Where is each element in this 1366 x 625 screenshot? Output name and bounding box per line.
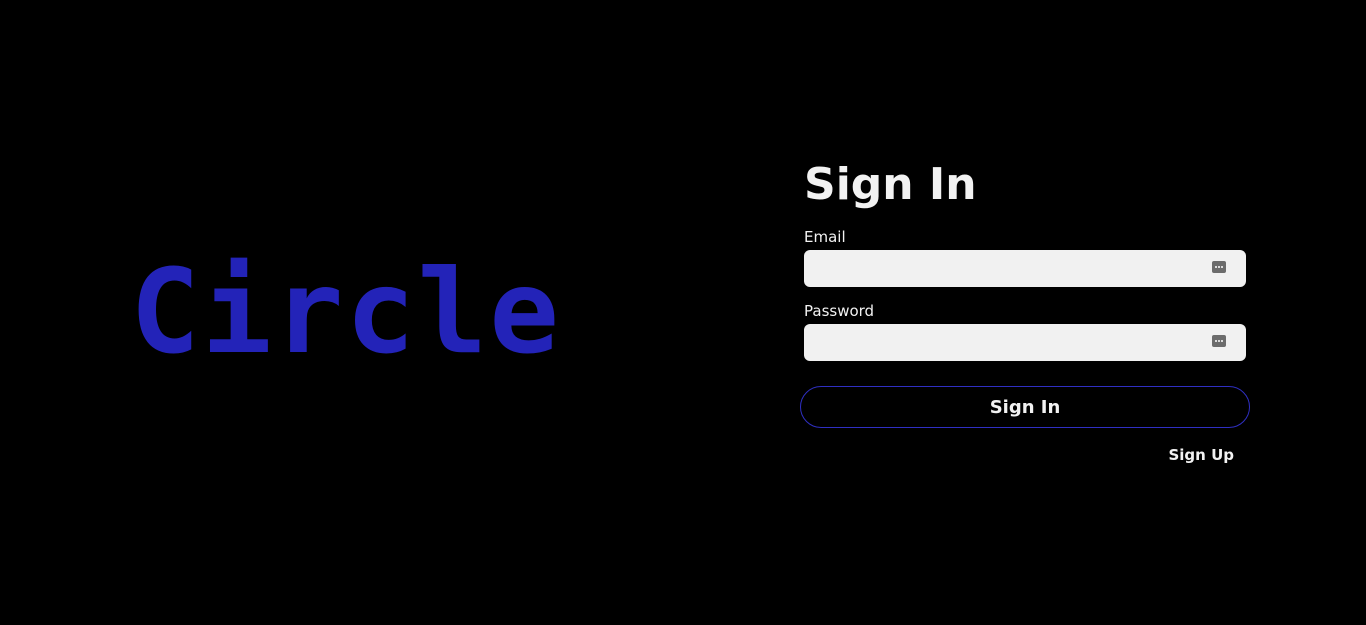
- password-manager-key-icon[interactable]: [1212, 335, 1226, 347]
- sign-in-page: Circle Sign In Email Password Sign In Si…: [0, 0, 1366, 625]
- sign-in-form: Sign In Email Password Sign In Sign Up: [800, 155, 1250, 475]
- password-input[interactable]: [804, 324, 1246, 361]
- form-title: Sign In: [804, 159, 977, 210]
- email-field-wrapper: [804, 250, 1246, 287]
- email-input[interactable]: [804, 250, 1246, 287]
- password-manager-key-icon[interactable]: [1212, 261, 1226, 273]
- email-label: Email: [804, 228, 846, 246]
- password-label: Password: [804, 302, 875, 320]
- sign-in-button[interactable]: Sign In: [800, 386, 1250, 428]
- sign-up-link[interactable]: Sign Up: [1168, 446, 1234, 464]
- brand-logo: Circle: [130, 245, 562, 380]
- password-field-wrapper: [804, 324, 1246, 361]
